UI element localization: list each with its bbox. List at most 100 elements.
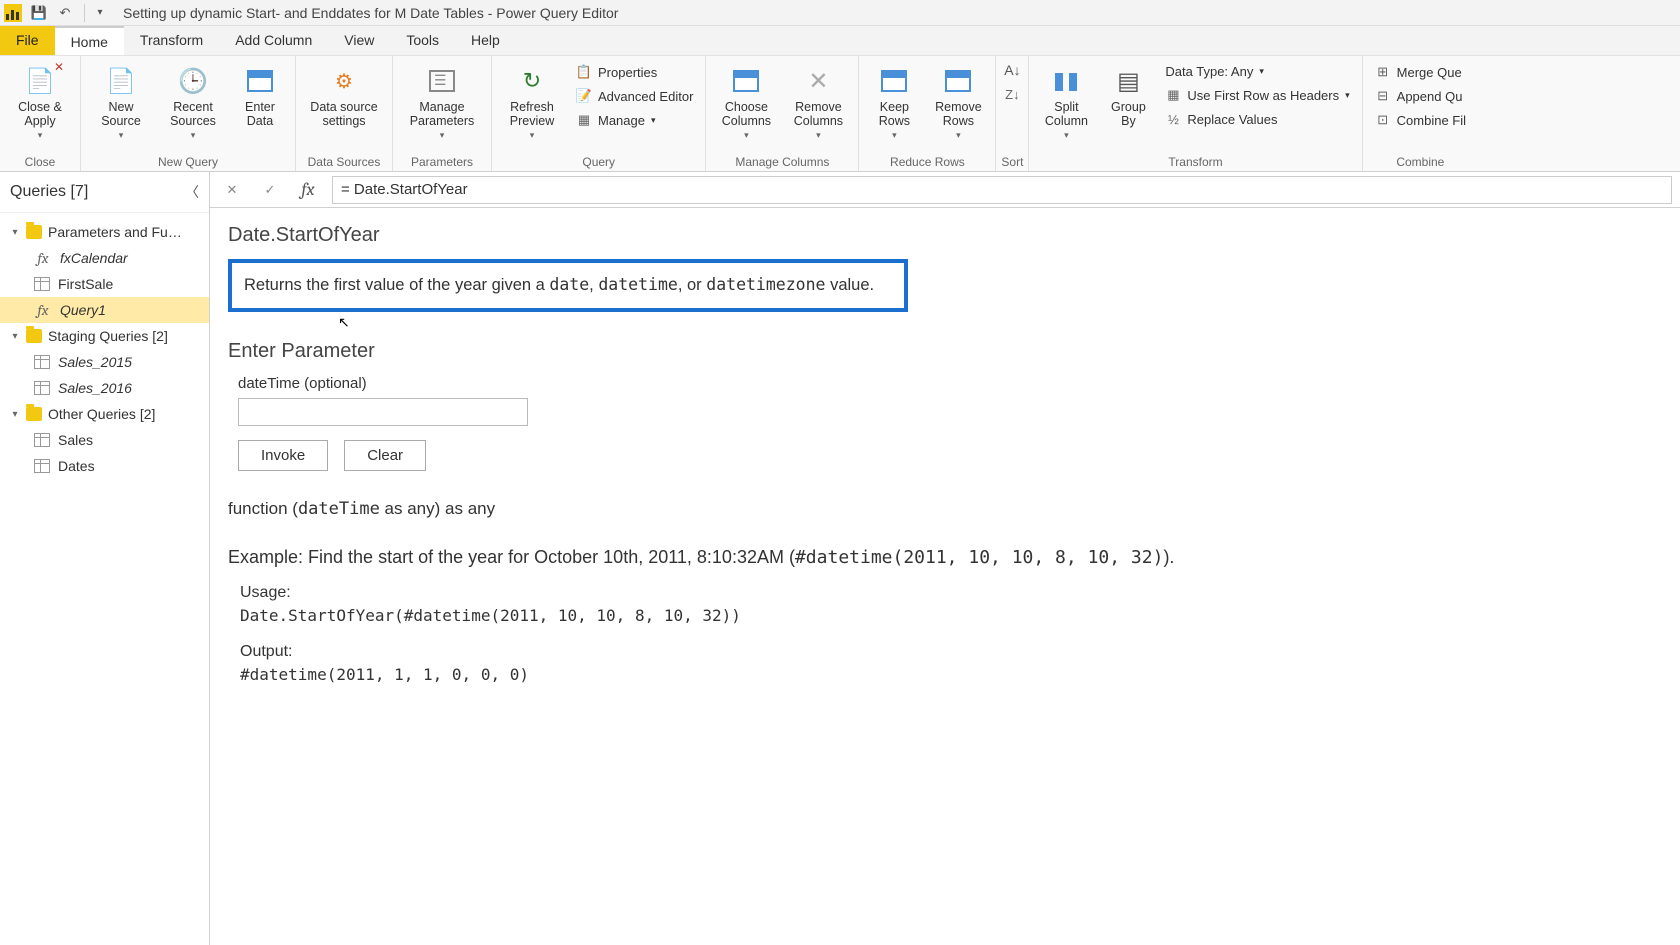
table-icon — [34, 355, 50, 369]
query-group[interactable]: ▾ Other Queries [2] — [0, 401, 209, 427]
advanced-editor-button[interactable]: 📝Advanced Editor — [572, 86, 697, 106]
ribbon-tabs: File Home Transform Add Column View Tool… — [0, 26, 1680, 56]
formula-input[interactable] — [332, 176, 1672, 204]
tab-home[interactable]: Home — [55, 26, 124, 55]
group-by-icon: ▤ — [1110, 64, 1146, 98]
query-group[interactable]: ▾Parameters and Fu… — [0, 219, 209, 245]
chevron-down-icon: ▾ — [38, 130, 43, 141]
headers-icon: ▦ — [1165, 87, 1181, 103]
sort-asc-button[interactable] — [1000, 60, 1024, 80]
chevron-down-icon: ▾ — [10, 331, 20, 342]
chevron-down-icon: ▾ — [119, 130, 124, 141]
parameters-icon — [424, 64, 460, 98]
qat-separator — [84, 4, 85, 22]
enter-data-button[interactable]: Enter Data — [233, 60, 287, 129]
choose-columns-button[interactable]: Choose Columns ▾ — [714, 60, 778, 141]
gear-icon — [326, 64, 362, 98]
formula-accept-icon[interactable]: ✓ — [256, 176, 284, 204]
qat-customize-icon[interactable]: ▾ — [89, 2, 111, 24]
tab-add-column[interactable]: Add Column — [219, 26, 328, 55]
output-code: #datetime(2011, 1, 1, 0, 0, 0) — [240, 665, 1662, 684]
tab-help[interactable]: Help — [455, 26, 516, 55]
chevron-down-icon: ▾ — [10, 409, 20, 420]
query-item-label: FirstSale — [58, 276, 113, 292]
example-text: Example: Find the start of the year for … — [228, 547, 1662, 568]
main-area: ✕ ✓ fx Date.StartOfYear Returns the firs… — [210, 172, 1680, 945]
ribbon-group-transform: Split Column ▾ ▤ Group By Data Type: Any… — [1029, 56, 1362, 171]
advanced-editor-icon: 📝 — [576, 88, 592, 104]
query-group-label: Other Queries [2] — [48, 406, 155, 422]
tab-tools[interactable]: Tools — [390, 26, 455, 55]
manage-query-button[interactable]: ▦Manage ▾ — [572, 110, 697, 130]
data-type-button[interactable]: Data Type: Any ▾ — [1161, 62, 1353, 81]
first-row-headers-button[interactable]: ▦Use First Row as Headers ▾ — [1161, 85, 1353, 105]
close-apply-button[interactable]: 📄 Close & Apply ▾ — [8, 60, 72, 141]
parameter-label: dateTime (optional) — [238, 375, 1662, 392]
chevron-down-icon: ▾ — [440, 130, 445, 141]
data-source-settings-button[interactable]: Data source settings — [304, 60, 384, 129]
query-item-label: Dates — [58, 458, 95, 474]
recent-sources-button[interactable]: 🕒 Recent Sources ▾ — [161, 60, 225, 141]
new-source-button[interactable]: 📄 New Source ▾ — [89, 60, 153, 141]
chevron-down-icon: ▾ — [191, 130, 196, 141]
new-source-icon: 📄 — [103, 64, 139, 98]
group-by-button[interactable]: ▤ Group By — [1103, 60, 1153, 129]
collapse-pane-icon[interactable]: 〈 — [185, 182, 199, 202]
manage-parameters-button[interactable]: Manage Parameters ▾ — [401, 60, 483, 141]
chevron-down-icon: ▾ — [744, 130, 749, 141]
query-item[interactable]: fxfxCalendar — [0, 245, 209, 271]
output-label: Output: — [240, 643, 1662, 661]
workspace: Queries [7] 〈 ▾Parameters and Fu…fxfxCal… — [0, 172, 1680, 945]
fx-icon[interactable]: fx — [294, 176, 322, 204]
tab-file[interactable]: File — [0, 26, 55, 55]
query-item[interactable]: Sales_2015 — [0, 349, 209, 375]
chevron-down-icon: ▾ — [892, 130, 897, 141]
fx-icon: fx — [34, 302, 52, 318]
remove-columns-icon: ✕ — [800, 64, 836, 98]
query-group[interactable]: ▾Staging Queries [2] — [0, 323, 209, 349]
keep-rows-button[interactable]: Keep Rows ▾ — [867, 60, 921, 141]
append-queries-button[interactable]: ⊟Append Qu — [1371, 86, 1470, 106]
merge-icon: ⊞ — [1375, 64, 1391, 80]
remove-rows-button[interactable]: Remove Rows ▾ — [929, 60, 987, 141]
query-item[interactable]: Sales_2016 — [0, 375, 209, 401]
merge-queries-button[interactable]: ⊞Merge Que — [1371, 62, 1470, 82]
query-item[interactable]: Sales — [0, 427, 209, 453]
clear-button[interactable]: Clear — [344, 440, 426, 471]
invoke-button[interactable]: Invoke — [238, 440, 328, 471]
formula-bar: ✕ ✓ fx — [210, 172, 1680, 208]
close-apply-icon: 📄 — [22, 64, 58, 98]
ribbon-group-query: Refresh Preview ▾ 📋Properties 📝Advanced … — [492, 56, 706, 171]
sort-desc-icon: Z↓ — [1004, 86, 1020, 102]
window-title: Setting up dynamic Start- and Enddates f… — [123, 5, 618, 21]
query-item[interactable]: Dates — [0, 453, 209, 479]
qat-save-icon[interactable]: 💾 — [28, 2, 50, 24]
query-item[interactable]: fxQuery1 — [0, 297, 209, 323]
query-group-label: Parameters and Fu… — [48, 224, 182, 240]
combine-files-icon: ⊡ — [1375, 112, 1391, 128]
qat-undo-icon[interactable]: ↶ — [54, 2, 76, 24]
split-column-button[interactable]: Split Column ▾ — [1037, 60, 1095, 141]
ribbon-group-close: 📄 Close & Apply ▾ Close — [0, 56, 81, 171]
append-icon: ⊟ — [1375, 88, 1391, 104]
combine-files-button[interactable]: ⊡Combine Fil — [1371, 110, 1470, 130]
content-area: Date.StartOfYear Returns the first value… — [210, 208, 1680, 945]
query-item-label: fxCalendar — [60, 250, 128, 266]
remove-columns-button[interactable]: ✕ Remove Columns ▾ — [786, 60, 850, 141]
sort-desc-button[interactable]: Z↓ — [1000, 84, 1024, 104]
tab-transform[interactable]: Transform — [124, 26, 219, 55]
usage-code: Date.StartOfYear(#datetime(2011, 10, 10,… — [240, 606, 1662, 625]
formula-cancel-icon[interactable]: ✕ — [218, 176, 246, 204]
ribbon-group-combine: ⊞Merge Que ⊟Append Qu ⊡Combine Fil Combi… — [1363, 56, 1478, 171]
replace-values-button[interactable]: ½Replace Values — [1161, 109, 1353, 129]
ribbon-group-manage-columns: Choose Columns ▾ ✕ Remove Columns ▾ Mana… — [706, 56, 859, 171]
query-item-label: Sales — [58, 432, 93, 448]
refresh-preview-button[interactable]: Refresh Preview ▾ — [500, 60, 564, 141]
usage-label: Usage: — [240, 584, 1662, 602]
tab-view[interactable]: View — [328, 26, 390, 55]
function-signature: function (dateTime as any) as any — [228, 499, 1662, 519]
datetime-input[interactable] — [238, 398, 528, 426]
query-item[interactable]: FirstSale — [0, 271, 209, 297]
properties-button[interactable]: 📋Properties — [572, 62, 697, 82]
query-item-label: Sales_2016 — [58, 380, 132, 396]
